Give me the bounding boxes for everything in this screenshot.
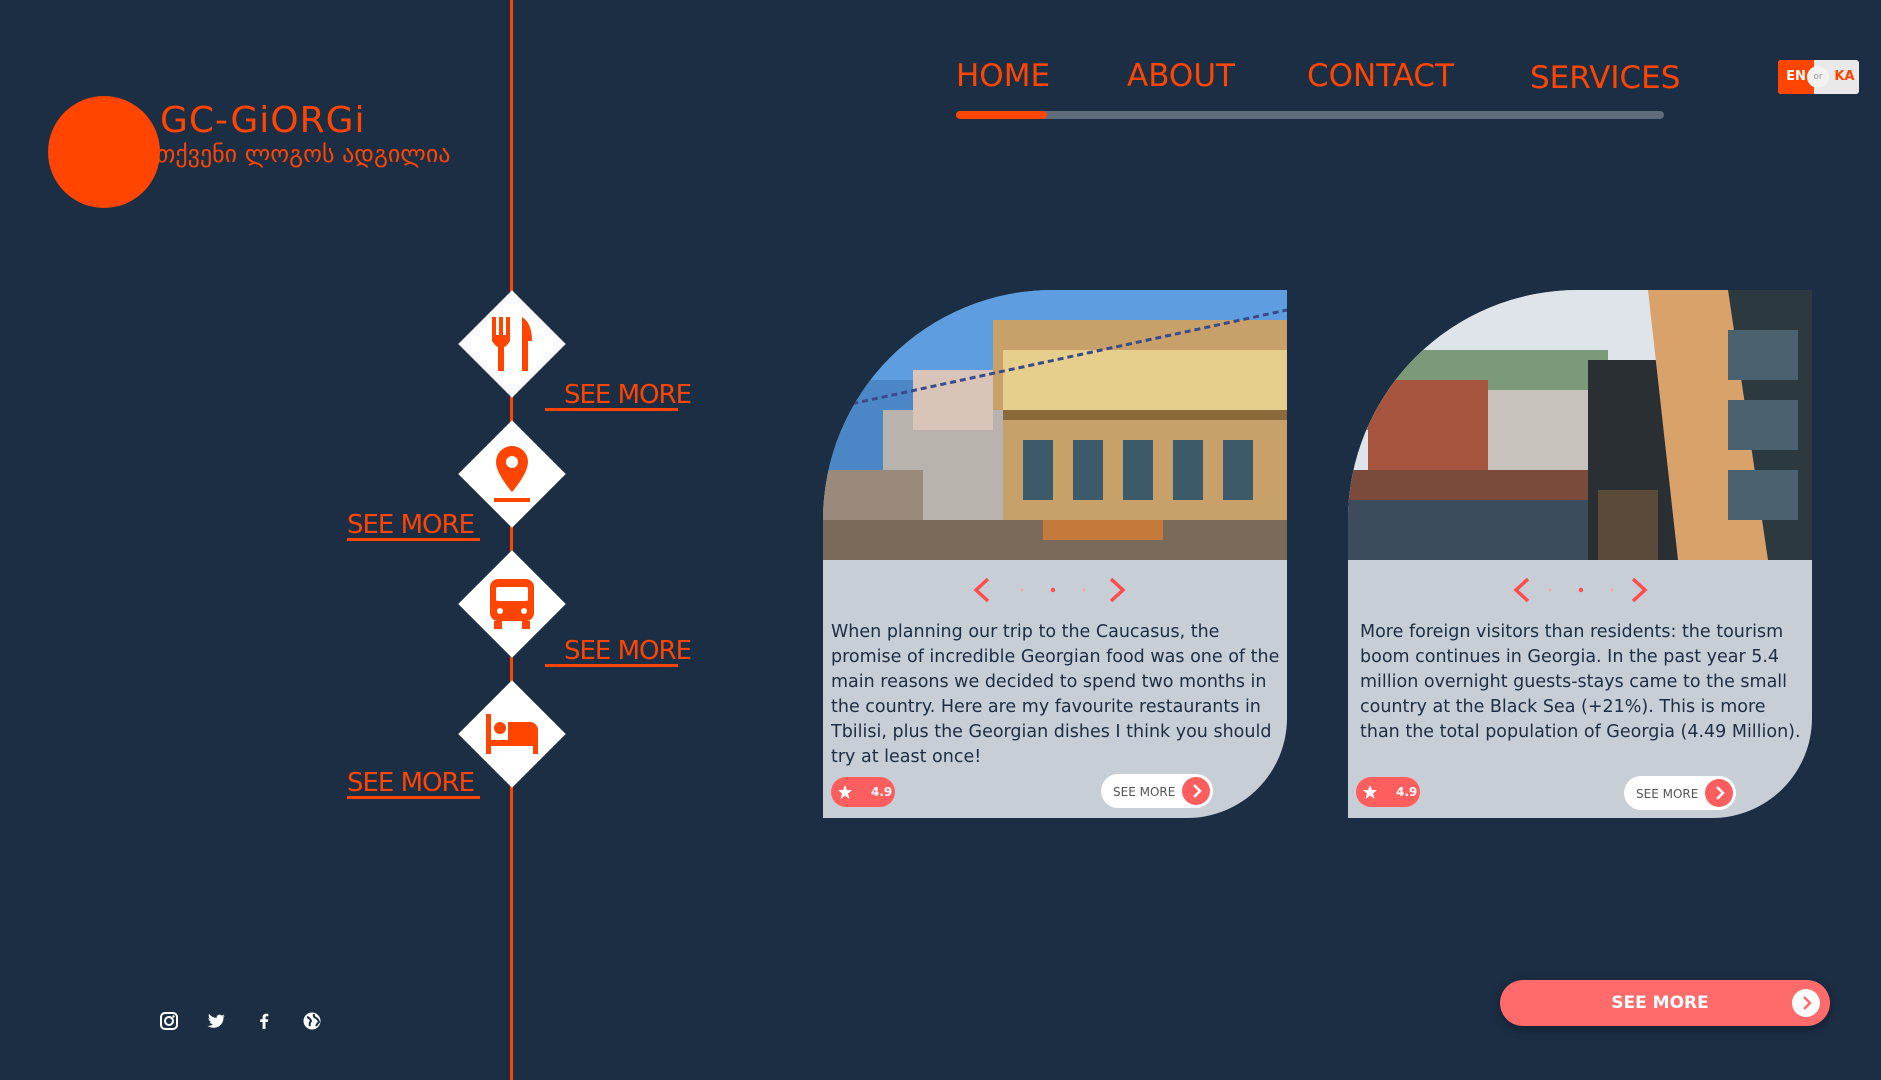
- rating-value: 4.9: [871, 785, 893, 799]
- carousel-dot[interactable]: [1020, 588, 1024, 592]
- card-see-more-label: SEE MORE: [1113, 785, 1176, 799]
- card-photo-tbilisi-street: [823, 290, 1287, 560]
- food-see-more-underline: [545, 408, 678, 411]
- card-see-more-button[interactable]: SEE MORE: [1101, 774, 1213, 808]
- instagram-icon[interactable]: [158, 1010, 180, 1032]
- rating-value: 4.9: [1396, 785, 1418, 799]
- food-see-more-link[interactable]: SEE MORE: [564, 380, 692, 410]
- lang-ka[interactable]: KA: [1830, 60, 1859, 94]
- map-pin-icon: [482, 444, 542, 504]
- card-see-more-button[interactable]: SEE MORE: [1624, 776, 1736, 810]
- carousel-dot[interactable]: [1082, 588, 1086, 592]
- timeline-line: [510, 0, 513, 1080]
- primary-see-more-button[interactable]: SEE MORE: [1500, 980, 1830, 1026]
- carousel-dot[interactable]: [1610, 588, 1614, 592]
- star-icon: [1363, 785, 1377, 799]
- primary-see-more-label: SEE MORE: [1611, 993, 1709, 1013]
- chevron-right-icon: [1792, 989, 1820, 1017]
- carousel-next-icon[interactable]: [1109, 577, 1126, 603]
- facebook-icon[interactable]: [253, 1010, 275, 1032]
- main-nav: HOME ABOUT CONTACT SERVICES: [956, 58, 1680, 118]
- brand-subtitle: აქ თქვენი ლოგოს ადგილია: [124, 140, 451, 168]
- language-toggle[interactable]: EN or KA: [1778, 60, 1859, 94]
- carousel-dot-active[interactable]: [1578, 587, 1584, 593]
- rating-badge: 4.9: [831, 777, 895, 807]
- chevron-right-icon: [1705, 779, 1733, 807]
- article-card-tourism: More foreign visitors than residents: th…: [1348, 290, 1812, 818]
- carousel-dot[interactable]: [1548, 588, 1552, 592]
- hotel-see-more-underline: [347, 796, 480, 799]
- card-carousel-controls: [1348, 575, 1812, 605]
- card-see-more-label: SEE MORE: [1636, 787, 1699, 801]
- article-card-food: When planning our trip to the Caucasus, …: [823, 290, 1287, 818]
- nav-services[interactable]: SERVICES: [1530, 60, 1680, 96]
- chevron-right-icon: [1182, 777, 1210, 805]
- nav-about[interactable]: ABOUT: [1127, 58, 1235, 94]
- rating-badge: 4.9: [1356, 777, 1420, 807]
- location-see-more-link[interactable]: SEE MORE: [347, 510, 475, 540]
- transport-see-more-underline: [545, 664, 678, 667]
- nav-contact[interactable]: CONTACT: [1307, 58, 1454, 94]
- card-description: More foreign visitors than residents: th…: [1360, 622, 1801, 742]
- nav-indicator-track: [956, 111, 1664, 119]
- bed-icon: [482, 704, 542, 764]
- hotel-see-more-link[interactable]: SEE MORE: [347, 768, 475, 798]
- card-description: When planning our trip to the Caucasus, …: [831, 622, 1280, 767]
- nav-home[interactable]: HOME: [956, 58, 1050, 94]
- lang-or: or: [1807, 66, 1829, 88]
- transport-see-more-link[interactable]: SEE MORE: [564, 636, 692, 666]
- carousel-next-icon[interactable]: [1631, 577, 1648, 603]
- location-see-more-underline: [347, 538, 480, 541]
- bus-icon: [482, 574, 542, 634]
- twitter-icon[interactable]: [205, 1010, 227, 1032]
- card-photo-tbilisi-balcony: [1348, 290, 1812, 560]
- fork-knife-icon: [482, 314, 542, 374]
- card-carousel-controls: [823, 575, 1287, 605]
- carousel-prev-icon[interactable]: [973, 577, 990, 603]
- globe-icon[interactable]: [301, 1010, 323, 1032]
- nav-indicator-active: [956, 111, 1047, 119]
- star-icon: [838, 785, 852, 799]
- carousel-dot-active[interactable]: [1050, 587, 1056, 593]
- carousel-prev-icon[interactable]: [1513, 577, 1530, 603]
- brand-title[interactable]: GC-GiORGi: [160, 100, 366, 141]
